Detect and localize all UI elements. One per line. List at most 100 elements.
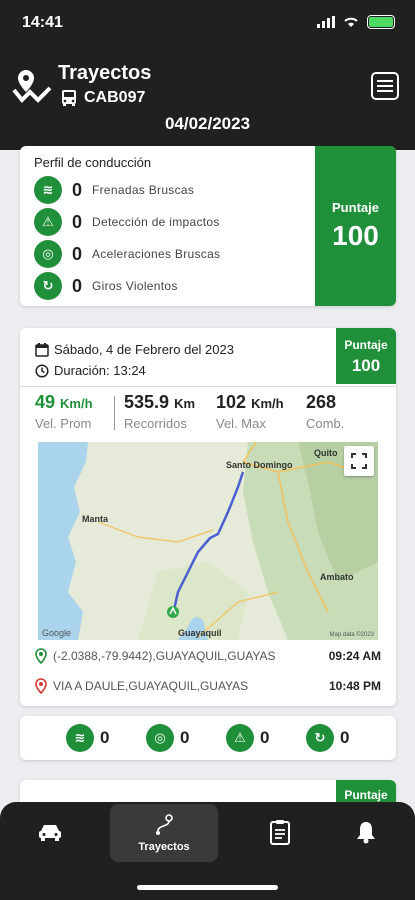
clipboard-icon	[270, 820, 290, 845]
destination-time: 10:48 PM	[328, 679, 381, 693]
map-credit: Map data ©2023	[329, 632, 374, 638]
map-label-manta: Manta	[82, 514, 109, 524]
impact-detection-icon: ⚠	[226, 724, 254, 752]
map-google-logo: Google	[42, 628, 72, 638]
distance-label: Recorridos	[124, 416, 187, 431]
tab-trips[interactable]: Trayectos	[110, 804, 218, 862]
clock-icon	[35, 363, 49, 378]
tab-notifications[interactable]	[336, 802, 396, 862]
metric-value: 0	[71, 179, 82, 200]
origin-pin-icon	[35, 648, 47, 664]
tab-vehicles[interactable]	[20, 802, 80, 862]
trip-duration: Duración: 13:24	[35, 363, 146, 378]
metric-value: 0	[71, 211, 82, 232]
metric-label: Aceleraciones Bruscas	[92, 247, 221, 261]
origin-time: 09:24 AM	[328, 649, 381, 663]
destination-address: VIA A DAULE,GUAYAQUIL,GUAYAS	[53, 679, 249, 693]
header-date: 04/02/2023	[164, 114, 251, 133]
score-value: 100	[332, 220, 379, 251]
origin-address: (-2.0388,-79.9442),GUAYAQUIL,GUAYAS	[53, 649, 276, 663]
wifi-icon	[344, 17, 358, 27]
route-origin: (-2.0388,-79.9442),GUAYAQUIL,GUAYAS 09:2…	[35, 648, 381, 664]
stat-distance: 535.9 Km Recorridos	[124, 392, 195, 431]
home-indicator	[137, 885, 278, 890]
map-label-guayaquil: Guayaquil	[178, 628, 222, 638]
impact-detection-icon: ⚠	[34, 208, 62, 236]
page-title: Trayectos	[58, 62, 152, 84]
vehicle-label: CAB097	[84, 89, 146, 106]
event-value: 0	[260, 728, 270, 747]
metric-sharp-turns: ↻ 0 Giros Violentos	[34, 272, 178, 300]
app-header: 14:41 Trayectos CAB097 04/02/2023	[0, 0, 415, 150]
trip-events-card: ≋ 0 ◎ 0 ⚠ 0 ↻ 0	[20, 716, 396, 760]
profile-score-panel: Puntaje 100	[315, 146, 396, 306]
hard-acceleration-icon: ◎	[146, 724, 174, 752]
max-speed-unit: Km/h	[251, 396, 284, 411]
sharp-turn-icon: ↻	[306, 724, 334, 752]
bus-icon	[62, 90, 76, 106]
sharp-turn-icon: ↻	[34, 272, 62, 300]
route-map[interactable]: Quito Santo Domingo Manta Ambato Guayaqu…	[38, 442, 378, 640]
route-destination: VIA A DAULE,GUAYAQUIL,GUAYAS 10:48 PM	[35, 678, 381, 694]
filter-menu-button[interactable]	[371, 72, 399, 100]
tab-reports[interactable]	[250, 802, 310, 862]
event-hard-accelerations: ◎ 0	[146, 724, 189, 752]
status-icons	[317, 15, 395, 29]
battery-icon	[367, 15, 395, 29]
bell-icon	[357, 822, 375, 844]
hard-acceleration-icon: ◎	[34, 240, 62, 268]
profile-title: Perfil de conducción	[34, 155, 152, 170]
metric-value: 0	[71, 243, 82, 264]
metric-value: 0	[71, 275, 82, 296]
car-icon	[39, 825, 61, 841]
hard-brake-icon: ≋	[66, 724, 94, 752]
avg-speed-value: 49	[35, 392, 56, 412]
metric-label: Giros Violentos	[92, 279, 178, 293]
bottom-tab-bar: Trayectos	[0, 802, 415, 900]
event-value: 0	[180, 728, 190, 747]
signal-icon	[317, 16, 335, 28]
vehicle-id: CAB097	[60, 89, 145, 107]
status-time: 14:41	[22, 14, 63, 31]
max-speed-label: Vel. Max	[216, 416, 266, 431]
distance-unit: Km	[174, 396, 196, 411]
map-label-ambato: Ambato	[320, 572, 354, 582]
metric-label: Detección de impactos	[92, 215, 220, 229]
event-value: 0	[340, 728, 350, 747]
trip-duration-text: Duración: 13:24	[54, 363, 146, 378]
route-icon	[156, 814, 173, 835]
avg-speed-unit: Km/h	[60, 396, 93, 411]
score-value: 100	[351, 356, 381, 375]
fuel-value: 268	[306, 392, 337, 412]
metric-label: Frenadas Bruscas	[92, 183, 195, 197]
trip-date: Sábado, 4 de Febrero del 2023	[35, 342, 234, 357]
stat-fuel: 268 Comb.	[306, 392, 344, 431]
map-label-quito: Quito	[314, 448, 338, 458]
map-label-santo-domingo: Santo Domingo	[226, 460, 293, 470]
score-label: Puntaje	[332, 200, 379, 215]
max-speed-value: 102	[216, 392, 247, 412]
calendar-icon	[35, 342, 49, 357]
distance-value: 535.9	[124, 392, 170, 412]
metric-hard-accelerations: ◎ 0 Aceleraciones Bruscas	[34, 240, 220, 268]
expand-icon	[351, 453, 367, 469]
fullscreen-button[interactable]	[344, 446, 374, 476]
trip-date-text: Sábado, 4 de Febrero del 2023	[54, 342, 234, 357]
driving-profile-card: Perfil de conducción ≋ 0 Frenadas Brusca…	[20, 146, 396, 306]
status-bar: 14:41	[0, 0, 415, 48]
event-sharp-turns: ↻ 0	[306, 724, 349, 752]
stat-avg-speed: 49 Km/h Vel. Prom	[35, 392, 93, 431]
trip-score-panel: Puntaje 100	[336, 328, 396, 384]
divider	[20, 386, 396, 387]
metric-impact-detection: ⚠ 0 Detección de impactos	[34, 208, 220, 236]
avg-speed-label: Vel. Prom	[35, 416, 92, 431]
divider	[114, 396, 115, 430]
hard-brake-icon: ≋	[34, 176, 62, 204]
fuel-label: Comb.	[306, 416, 345, 431]
trip-card[interactable]: Sábado, 4 de Febrero del 2023 Duración: …	[20, 328, 396, 706]
stat-max-speed: 102 Km/h Vel. Max	[216, 392, 284, 431]
location-logo-icon	[12, 70, 52, 103]
event-value: 0	[100, 728, 110, 747]
tab-trips-label: Trayectos	[138, 841, 190, 853]
score-label: Puntaje	[344, 338, 388, 352]
